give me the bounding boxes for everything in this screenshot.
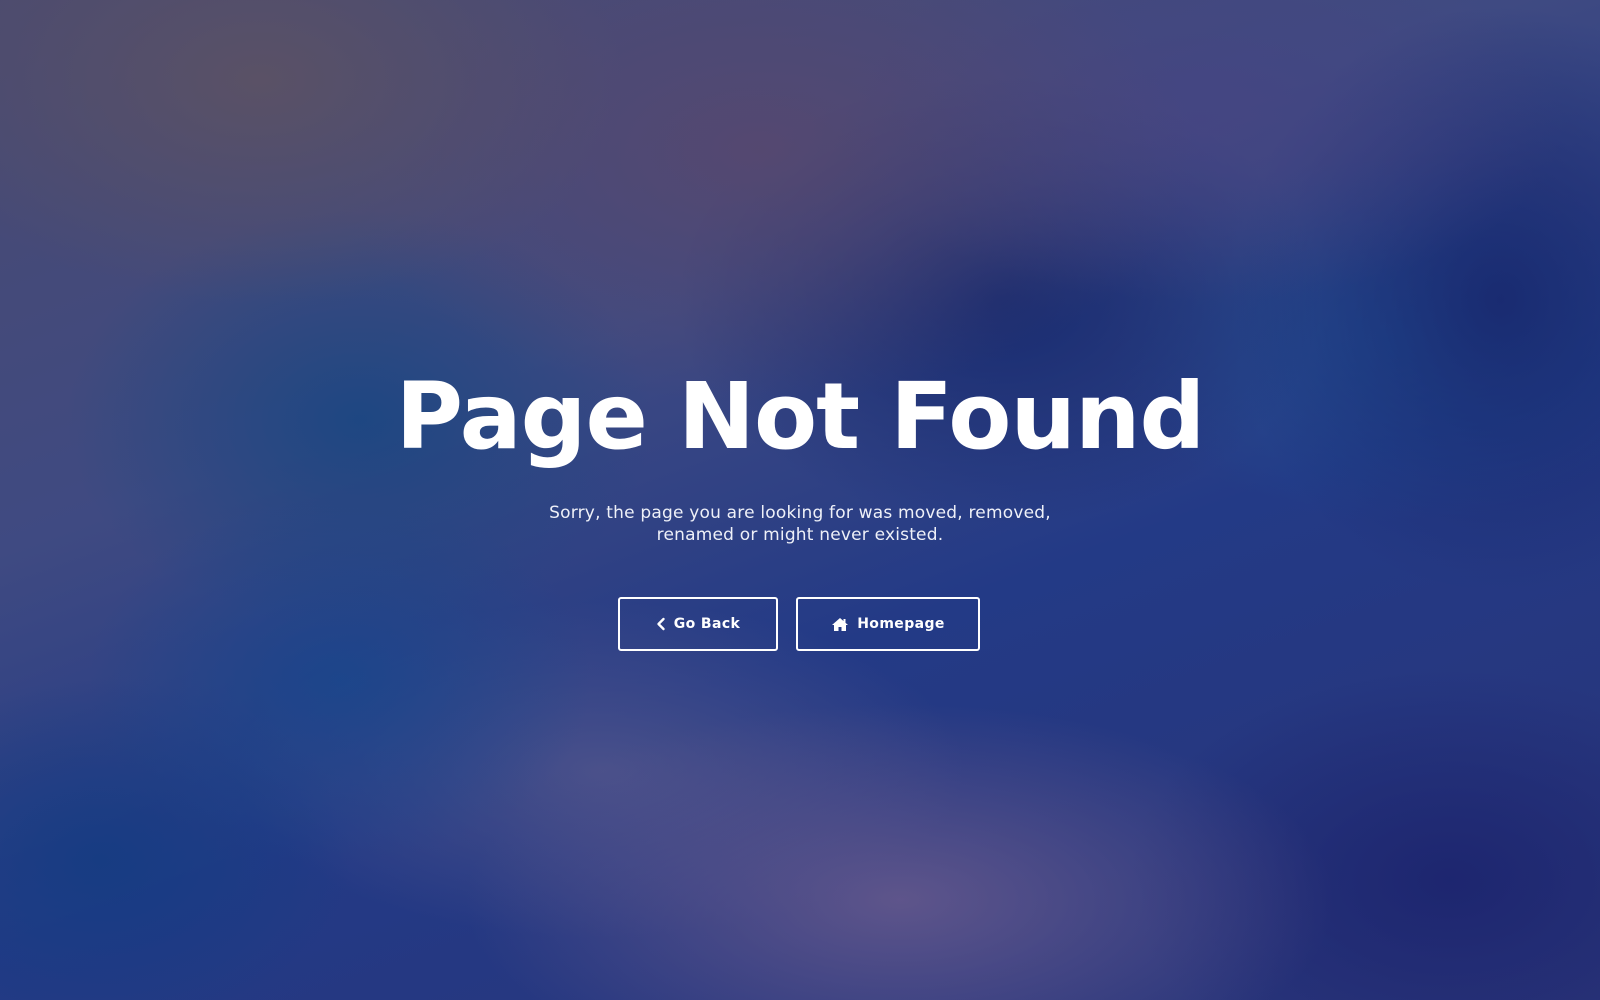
go-back-button[interactable]: Go Back [618, 597, 778, 651]
chevron-left-icon [656, 617, 666, 631]
action-buttons: Go Back Homepage [618, 597, 980, 651]
home-icon [831, 617, 849, 632]
page-title: Page Not Found [395, 363, 1206, 470]
go-back-label: Go Back [673, 616, 741, 632]
error-content: Page Not Found Sorry, the page you are l… [0, 0, 1600, 1000]
homepage-button[interactable]: Homepage [796, 597, 980, 651]
homepage-label: Homepage [857, 616, 945, 632]
error-message: Sorry, the page you are looking for was … [549, 503, 1051, 545]
